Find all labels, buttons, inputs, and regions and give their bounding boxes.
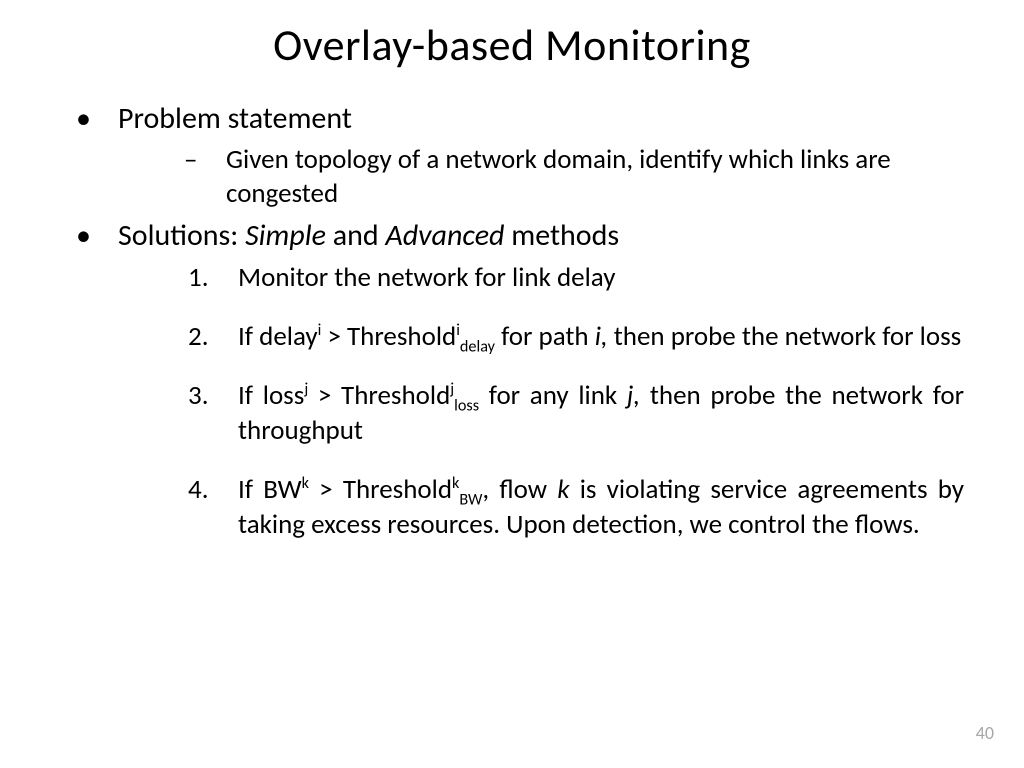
bullet-list: Problem statement Given topology of a ne… bbox=[60, 100, 964, 542]
bullet-problem-label: Problem statement bbox=[118, 100, 352, 137]
sub-list-problem: Given topology of a network domain, iden… bbox=[118, 143, 964, 211]
t4b: > Threshold bbox=[309, 473, 452, 506]
t4k: k bbox=[557, 473, 569, 506]
bullet-problem: Problem statement Given topology of a ne… bbox=[60, 100, 964, 211]
t2i: i, bbox=[595, 320, 608, 353]
solutions-and: and bbox=[326, 217, 385, 254]
t2sub2: delay bbox=[460, 337, 495, 356]
t3b: > Threshold bbox=[308, 379, 450, 412]
num-item-3: If lossj > Thresholdjloss for any link j… bbox=[118, 378, 964, 448]
t3c: for any link bbox=[479, 379, 627, 412]
solutions-post: methods bbox=[504, 217, 619, 254]
t4sup1: k bbox=[302, 474, 309, 493]
t3a: If loss bbox=[238, 379, 304, 412]
t3sub2: loss bbox=[454, 396, 479, 415]
sub-item-problem: Given topology of a network domain, iden… bbox=[118, 143, 964, 211]
numbered-list: Monitor the network for link delay If de… bbox=[118, 260, 964, 543]
t2d: then probe the network for loss bbox=[608, 320, 962, 353]
t3j: j, bbox=[627, 379, 640, 412]
t4sub2: BW bbox=[459, 490, 482, 509]
t2b: > Threshold bbox=[321, 320, 456, 353]
t4a: If BW bbox=[238, 473, 302, 506]
solutions-pre: Solutions: bbox=[118, 217, 245, 254]
t4c: , flow bbox=[482, 473, 557, 506]
solutions-simple: Simple bbox=[245, 217, 326, 254]
solutions-advanced: Advanced bbox=[385, 217, 504, 254]
t2a: If delay bbox=[238, 320, 318, 353]
page-number: 40 bbox=[976, 722, 994, 744]
t2c: for path bbox=[495, 320, 595, 353]
num-item-4: If BWk > ThresholdkBW, flow k is violati… bbox=[118, 472, 964, 542]
slide-title: Overlay-based Monitoring bbox=[60, 18, 964, 72]
num-item-1: Monitor the network for link delay bbox=[118, 260, 964, 295]
bullet-solutions: Solutions: Simple and Advanced methods M… bbox=[60, 217, 964, 543]
slide: Overlay-based Monitoring Problem stateme… bbox=[0, 0, 1024, 542]
num-item-2: If delayi > Thresholdidelay for path i, … bbox=[118, 319, 964, 354]
